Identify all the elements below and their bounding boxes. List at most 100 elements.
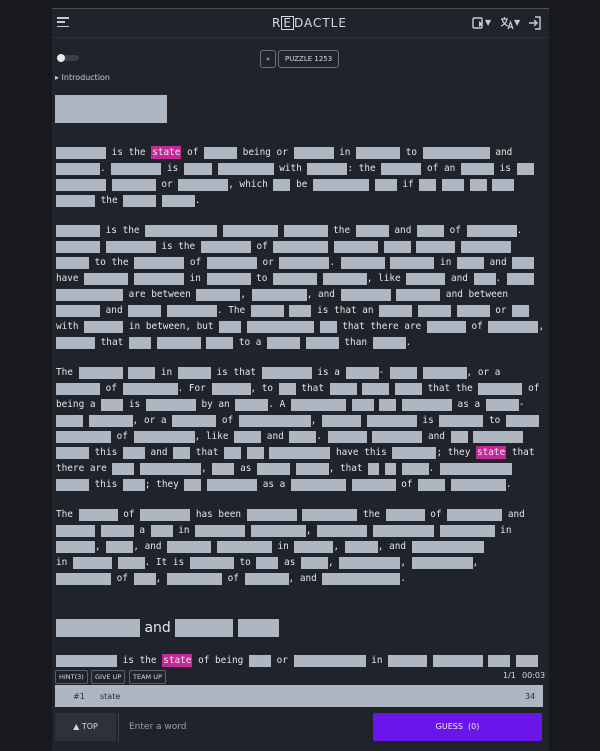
redacted-word (257, 462, 291, 475)
redacted-word (417, 304, 451, 317)
redacted-word (140, 462, 202, 475)
visible-word: ; they (144, 479, 179, 490)
redacted-word (246, 508, 297, 521)
redacted-word (133, 272, 184, 285)
redacted-word (122, 446, 145, 459)
visible-word: , to (250, 383, 274, 394)
redacted-word (200, 240, 251, 253)
redacted-word (439, 414, 484, 427)
redacted-word (392, 446, 437, 459)
redacted-word (390, 256, 435, 269)
redacted-word (401, 398, 452, 411)
guess-input[interactable] (127, 713, 371, 741)
redacted-word (84, 320, 124, 333)
visible-word: , (310, 415, 317, 426)
font-size-slider[interactable] (57, 54, 79, 62)
redacted-word (111, 178, 156, 191)
visible-word: . (516, 225, 523, 236)
visible-word: . (329, 257, 336, 268)
visible-word: in (189, 273, 201, 284)
redacted-word (134, 256, 185, 269)
redacted-word (238, 414, 311, 427)
guess-hit-count: 34 (525, 692, 536, 701)
redacted-word (196, 288, 241, 301)
redacted-word (406, 272, 446, 285)
visible-word: with (279, 163, 302, 174)
redacted-word (78, 366, 123, 379)
redacted-word (56, 478, 89, 491)
redacted-word (128, 366, 156, 379)
visible-word: and (394, 225, 412, 236)
hint-button[interactable]: HINT(3) (55, 670, 88, 684)
redacted-word (156, 336, 201, 349)
revealed-word[interactable]: state (162, 654, 193, 667)
visible-word: and (428, 431, 445, 442)
visible-word: of (189, 257, 202, 268)
redacted-word (379, 398, 397, 411)
revealed-word[interactable]: state (476, 446, 507, 459)
guess-index: #1 (73, 692, 85, 701)
revealed-word[interactable]: state (151, 146, 182, 159)
redacted-word (379, 304, 413, 317)
visible-word: , (400, 557, 406, 568)
visible-word: , and (306, 289, 335, 300)
redacted-word (418, 478, 446, 491)
redacted-word (56, 256, 89, 269)
visible-word: of (528, 383, 540, 394)
redacted-word (460, 162, 494, 175)
visible-word: of (449, 225, 461, 236)
guess-row[interactable]: #1 state 34 (55, 685, 543, 707)
visible-word: of an (427, 163, 456, 174)
give-up-button[interactable]: GIVE UP (91, 670, 126, 684)
redacted-word (293, 146, 334, 159)
redacted-word (466, 224, 517, 237)
text-line: is the state of being or in to and (56, 146, 534, 159)
visible-word: and (150, 447, 168, 458)
redacted-word (441, 178, 464, 191)
redacted-word (278, 382, 296, 395)
text-line: being a is by an . A as a - (56, 398, 534, 411)
text-line: is the the and of . (56, 224, 534, 237)
redacted-word (173, 446, 191, 459)
redacted-word (217, 162, 274, 175)
visible-word: . It is (144, 557, 185, 568)
visible-word: , and (288, 573, 317, 584)
text-line: of , of , and . (56, 572, 534, 585)
slider-knob[interactable] (57, 54, 65, 62)
redacted-word (383, 240, 411, 253)
visible-word: are between (128, 289, 191, 300)
puzzle-label[interactable]: PUZZLE 1253 (278, 50, 340, 68)
redacted-word (273, 240, 329, 253)
team-up-button[interactable]: TEAM UP (129, 670, 166, 684)
redacted-word (290, 478, 346, 491)
visible-word: as (284, 557, 296, 568)
redacted-word (313, 178, 370, 191)
visible-word: , (472, 557, 479, 568)
guess-button[interactable]: GUESS (0) (373, 713, 542, 741)
visible-word: . (194, 195, 201, 206)
redacted-word (175, 619, 234, 637)
redacted-word (302, 508, 358, 521)
text-line: , , and in , , and (56, 540, 534, 553)
visible-word: of (221, 415, 234, 426)
redacted-word (216, 540, 272, 553)
previous-puzzle-button[interactable]: « (260, 50, 276, 68)
redacted-word (250, 304, 284, 317)
redacted-word (56, 382, 100, 395)
visible-word: and (144, 541, 162, 552)
redacted-word (166, 304, 217, 317)
redacted-word (273, 178, 291, 191)
redacted-word (411, 556, 473, 569)
visible-word: be (296, 179, 308, 190)
visible-word: this (94, 447, 118, 458)
scroll-top-button[interactable]: ▲ TOP (55, 713, 116, 741)
redacted-word (273, 272, 318, 285)
visible-word: . (100, 163, 106, 174)
redacted-word (206, 336, 234, 349)
visible-word: is the (122, 655, 157, 666)
redacted-word (505, 414, 539, 427)
introduction-toggle[interactable]: ▸ Introduction (55, 73, 110, 82)
visible-word: and (450, 273, 468, 284)
redacted-word (294, 540, 334, 553)
visible-word: . (316, 431, 323, 442)
